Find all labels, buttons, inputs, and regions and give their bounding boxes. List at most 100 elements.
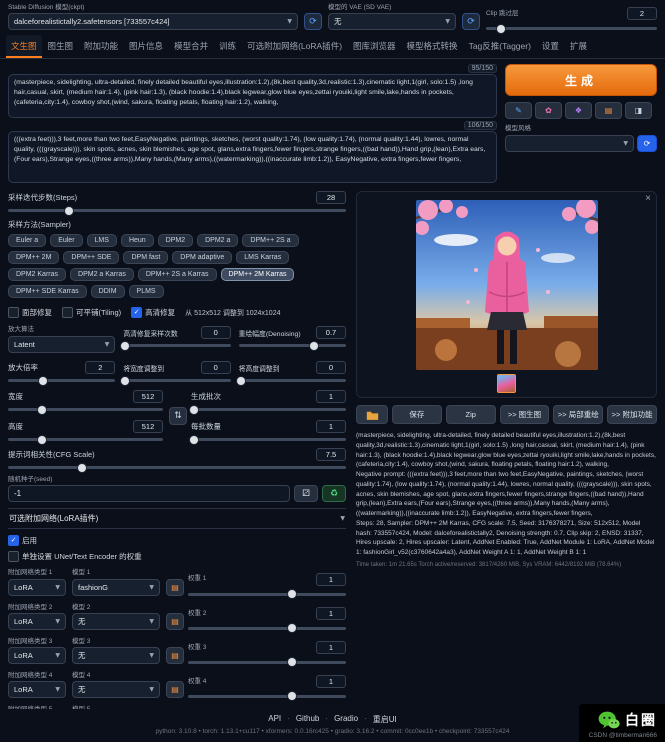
tab-img2img[interactable]: 图生图 (43, 35, 79, 58)
lora-model-info-button[interactable]: ▤ (166, 613, 184, 630)
vae-select[interactable]: 无 ▼ (328, 13, 456, 30)
lora-weight-value[interactable]: 1 (316, 573, 346, 586)
sampler-option[interactable]: DPM2 a Karras (70, 268, 134, 281)
sampler-option[interactable]: DDIM (91, 285, 125, 298)
hires-steps-value[interactable]: 0 (201, 326, 231, 339)
tab-additional-networks[interactable]: 可选附加网络(LoRA插件) (242, 35, 347, 58)
cfg-slider[interactable] (8, 466, 346, 469)
restore-faces-checkbox[interactable]: 面部修复 (8, 307, 52, 318)
slider-handle[interactable] (288, 692, 296, 700)
lora-model-select[interactable]: fashionG▼ (72, 579, 160, 596)
tab-txt2img[interactable]: 文生图 (6, 35, 42, 58)
lora-model-info-button[interactable]: ▤ (166, 681, 184, 698)
tab-train[interactable]: 训练 (214, 35, 241, 58)
height-value[interactable]: 512 (133, 420, 163, 433)
apply-style-button[interactable]: ▤ (595, 102, 622, 119)
tab-tagger[interactable]: Tag反推(Tagger) (464, 35, 536, 58)
sampler-option[interactable]: DPM2 (158, 234, 193, 247)
slider-handle[interactable] (190, 436, 198, 444)
open-folder-button[interactable] (356, 405, 388, 424)
batch-size-slider[interactable] (191, 438, 346, 441)
clear-prompt-button[interactable]: ✿ (535, 102, 562, 119)
slider-handle[interactable] (121, 377, 129, 385)
reuse-seed-button[interactable]: ♻ (322, 485, 346, 502)
slider-handle[interactable] (65, 207, 73, 215)
sampler-option[interactable]: LMS (87, 234, 117, 247)
gradio-link[interactable]: Gradio (334, 714, 367, 725)
lora-model-select[interactable]: 无▼ (72, 647, 160, 664)
sampler-option[interactable]: Euler (50, 234, 82, 247)
lora-weight-value[interactable]: 1 (316, 607, 346, 620)
clip-skip-value[interactable]: 2 (627, 7, 657, 20)
slider-handle[interactable] (121, 342, 129, 350)
sampler-option[interactable]: DPM adaptive (172, 251, 232, 264)
upscale-by-slider[interactable] (8, 379, 115, 382)
lora-weight-value[interactable]: 1 (316, 675, 346, 688)
batch-size-value[interactable]: 1 (316, 420, 346, 433)
lora-type-select[interactable]: LoRA▼ (8, 579, 66, 596)
resize-width-value[interactable]: 0 (201, 361, 231, 374)
generated-image[interactable] (416, 200, 598, 370)
lora-model-select[interactable]: 无▼ (72, 613, 160, 630)
cfg-value[interactable]: 7.5 (316, 448, 346, 461)
lora-type-select[interactable]: LoRA▼ (8, 647, 66, 664)
slider-handle[interactable] (38, 406, 46, 414)
random-seed-button[interactable]: ⚂ (294, 485, 318, 502)
close-icon[interactable]: × (645, 193, 651, 204)
steps-slider[interactable] (8, 209, 346, 212)
prompt-textarea[interactable]: (masterpiece, sidelighting, ultra-detail… (8, 74, 497, 118)
lora-enable-checkbox[interactable]: 启用 (8, 535, 37, 546)
hires-fix-checkbox[interactable]: 高清修复 (131, 307, 175, 318)
slider-handle[interactable] (497, 25, 505, 33)
lora-weight-value[interactable]: 1 (316, 641, 346, 654)
sampler-option[interactable]: LMS Karras (236, 251, 289, 264)
sampler-option[interactable]: DPM2 a (197, 234, 238, 247)
send-to-img2img-button[interactable]: >> 图生图 (500, 405, 550, 424)
vae-refresh-button[interactable]: ⟳ (462, 13, 480, 30)
width-value[interactable]: 512 (133, 390, 163, 403)
lora-weight-slider[interactable] (188, 593, 346, 596)
reload-ui-link[interactable]: 重启UI (373, 714, 397, 725)
slider-handle[interactable] (310, 342, 318, 350)
slider-handle[interactable] (288, 624, 296, 632)
height-slider[interactable] (8, 438, 163, 441)
save-button[interactable]: 保存 (392, 405, 442, 424)
lora-separate-weights-checkbox[interactable]: 单独设置 UNet/Text Encoder 的权重 (8, 551, 142, 562)
tiling-checkbox[interactable]: 可平铺(Tiling) (62, 307, 121, 318)
style-select[interactable]: ▼ (505, 135, 634, 152)
lora-type-select[interactable]: LoRA▼ (8, 681, 66, 698)
extra-networks-button[interactable]: ❖ (565, 102, 592, 119)
lora-weight-slider[interactable] (188, 627, 346, 630)
sampler-option[interactable]: PLMS (129, 285, 164, 298)
sampler-option[interactable]: DPM++ 2M (8, 251, 59, 264)
lora-model-info-button[interactable]: ▤ (166, 579, 184, 596)
slider-handle[interactable] (288, 658, 296, 666)
sampler-option[interactable]: DPM++ SDE (63, 251, 119, 264)
lora-model-info-button[interactable]: ▤ (166, 647, 184, 664)
slider-handle[interactable] (288, 590, 296, 598)
batch-count-slider[interactable] (191, 408, 346, 411)
lora-weight-slider[interactable] (188, 695, 346, 698)
hires-steps-slider[interactable] (123, 344, 230, 347)
sampler-option-selected[interactable]: DPM++ 2M Karras (221, 268, 295, 281)
tab-settings[interactable]: 设置 (537, 35, 564, 58)
save-style-button[interactable]: ◨ (625, 102, 652, 119)
sampler-option[interactable]: DPM++ 2S a (242, 234, 298, 247)
lora-weight-slider[interactable] (188, 661, 346, 664)
github-link[interactable]: Github (296, 714, 328, 725)
upscaler-select[interactable]: Latent ▼ (8, 336, 115, 353)
clip-skip-slider[interactable] (486, 27, 657, 30)
tab-png-info[interactable]: 图片信息 (124, 35, 168, 58)
lora-accordion-header[interactable]: 可选附加网络(LoRA插件) ▼ (8, 508, 346, 529)
swap-dimensions-button[interactable]: ⇅ (169, 407, 187, 425)
slider-handle[interactable] (39, 377, 47, 385)
slider-handle[interactable] (190, 406, 198, 414)
zip-button[interactable]: Zip (446, 405, 496, 424)
sampler-option[interactable]: DPM++ 2S a Karras (138, 268, 217, 281)
sampler-option[interactable]: Euler a (8, 234, 46, 247)
tab-extras[interactable]: 附加功能 (79, 35, 123, 58)
batch-count-value[interactable]: 1 (316, 390, 346, 403)
style-refresh-button[interactable]: ⟳ (637, 135, 657, 152)
negative-prompt-textarea[interactable]: (((extra feet))),3 feet,more than two fe… (8, 131, 497, 183)
tab-model-converter[interactable]: 模型格式转换 (402, 35, 463, 58)
